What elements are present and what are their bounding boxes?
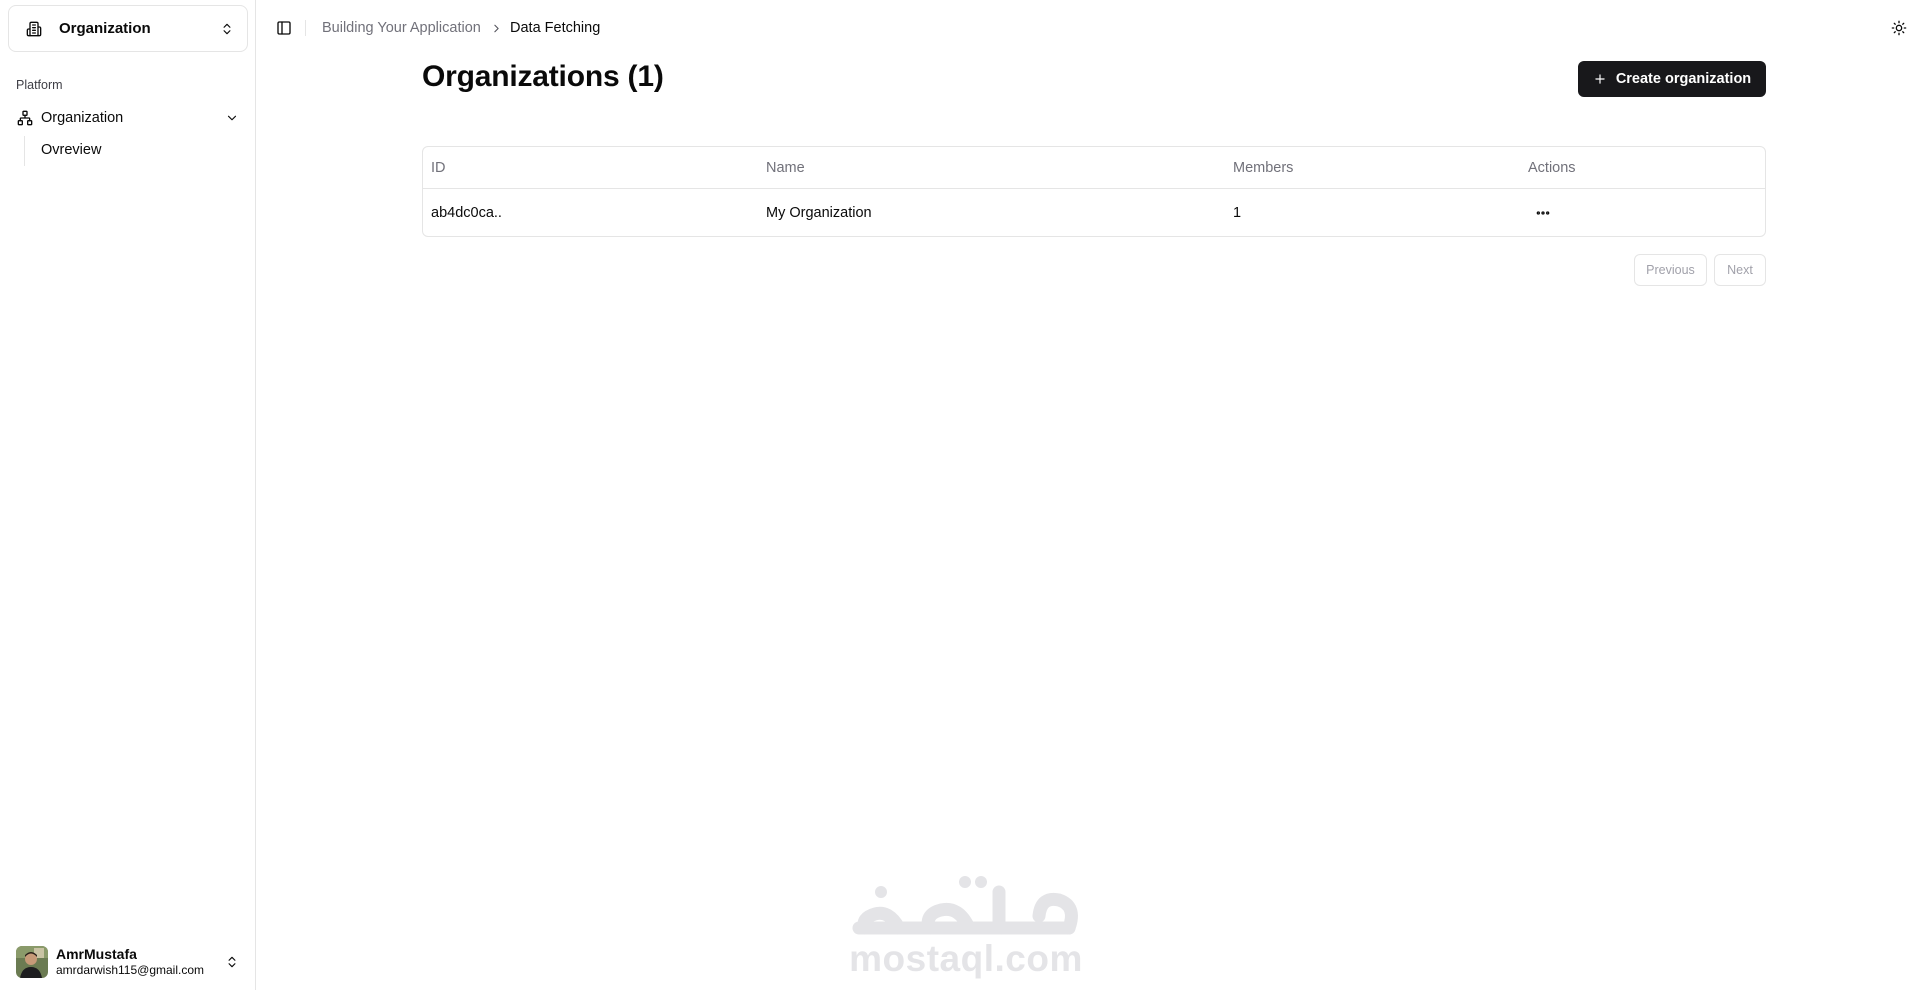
table-header: ID Name Members Actions	[423, 147, 1765, 189]
user-email: amrdarwish115@gmail.com	[56, 963, 205, 978]
organizations-table: ID Name Members Actions ab4dc0ca.. My Or…	[422, 146, 1766, 237]
sun-icon[interactable]	[1890, 19, 1908, 37]
organization-switcher-label: Organization	[59, 20, 151, 37]
avatar	[16, 946, 48, 978]
sidebar-group-label: Platform	[16, 78, 63, 92]
plus-icon	[1593, 72, 1607, 86]
chevrons-up-down-icon	[224, 954, 240, 970]
cell-members: 1	[1233, 205, 1242, 221]
user-menu[interactable]: AmrMustafa amrdarwish115@gmail.com	[8, 940, 248, 984]
pagination-previous-button[interactable]: Previous	[1634, 254, 1707, 286]
row-actions-button[interactable]	[1527, 197, 1559, 229]
create-organization-label: Create organization	[1615, 71, 1752, 87]
chevron-right-icon	[489, 21, 503, 35]
sidebar: Organization Platform Organization Ovrev…	[0, 0, 256, 990]
panel-left-icon[interactable]	[275, 19, 293, 37]
create-organization-button[interactable]: Create organization	[1578, 61, 1766, 97]
network-icon	[16, 110, 33, 127]
header-divider	[305, 20, 306, 36]
user-name: AmrMustafa	[56, 946, 137, 963]
sidebar-item-label: Organization	[41, 110, 124, 126]
more-horizontal-icon	[1536, 211, 1550, 215]
sidebar-item-organization[interactable]: Organization	[8, 104, 248, 132]
column-header-id: ID	[431, 160, 446, 176]
cell-id: ab4dc0ca..	[431, 205, 502, 221]
column-header-name: Name	[766, 160, 805, 176]
organization-switcher[interactable]: Organization	[8, 5, 248, 52]
page-title: Organizations (1)	[422, 60, 664, 93]
breadcrumb-link[interactable]: Building Your Application	[322, 20, 481, 36]
chevrons-up-down-icon	[219, 21, 235, 37]
building-icon	[25, 20, 43, 38]
column-header-actions: Actions	[1528, 160, 1576, 176]
pagination-next-button[interactable]: Next	[1714, 254, 1766, 286]
watermark-text: mostaql.com	[849, 938, 1083, 979]
user-info: AmrMustafa amrdarwish115@gmail.com	[56, 946, 224, 977]
watermark-logo	[852, 876, 1078, 935]
breadcrumb-current: Data Fetching	[510, 20, 601, 36]
submenu-rail	[24, 136, 25, 166]
column-header-members: Members	[1233, 160, 1294, 176]
sidebar-subitem-overview[interactable]: Ovreview	[32, 138, 110, 162]
chevron-down-icon	[224, 110, 240, 126]
watermark: mostaql.com	[849, 866, 1083, 979]
table-row: ab4dc0ca.. My Organization 1	[423, 189, 1765, 236]
top-header: Building Your Application Data Fetching	[257, 0, 1920, 56]
cell-name: My Organization	[766, 205, 872, 221]
